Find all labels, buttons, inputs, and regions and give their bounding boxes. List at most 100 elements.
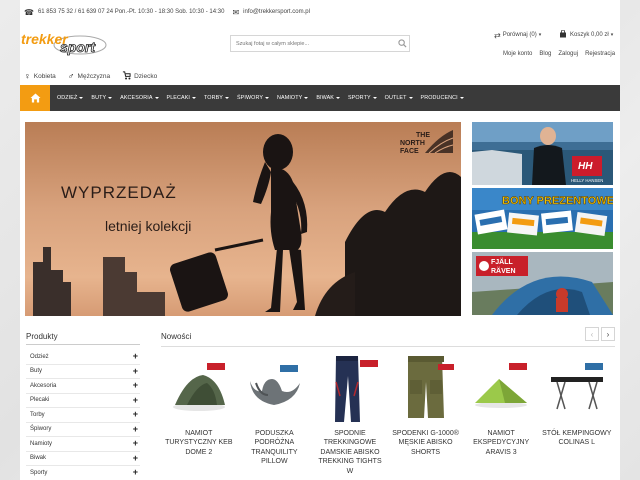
hero-banner[interactable]: WYPRZEDAŻ letniej kolekcji THE NORTH FAC…: [25, 122, 461, 316]
chevron-down-icon: ▾: [538, 32, 542, 38]
category-item-biwak[interactable]: Biwak +: [26, 452, 140, 466]
hh-subtext: HELLY HANSEN: [571, 178, 603, 183]
brand-logo-line1: THE: [416, 132, 430, 139]
page-container: ☎ 61 853 75 32 / 61 639 07 24 Pon.-Pt. 1…: [20, 0, 620, 480]
product-image[interactable]: [466, 352, 536, 424]
gender-kids-link[interactable]: Dziecko: [122, 70, 158, 82]
expand-plus-icon[interactable]: +: [133, 366, 138, 376]
compare-link[interactable]: ⇄ Porównaj (0) ▾: [494, 30, 541, 40]
hh-logo-text: HH: [578, 161, 593, 172]
category-label: Akcesoria: [30, 382, 57, 389]
nav-item-odziez[interactable]: ODZIEŻ: [53, 95, 87, 101]
nav-item-torby[interactable]: TORBY: [200, 95, 233, 101]
email-link[interactable]: info@trekkersport.com.pl: [243, 9, 310, 15]
female-icon: ♀: [24, 71, 31, 81]
side-banner-2-image: BONY PREZENTOWE: [472, 188, 613, 249]
category-item-namioty[interactable]: Namioty +: [26, 437, 140, 452]
register-link[interactable]: Rejestracja: [585, 51, 615, 57]
product-card[interactable]: NAMIOT EKSPEDYCYJNY ARAVIS 3: [463, 352, 539, 476]
carousel-prev-button[interactable]: ‹: [585, 327, 599, 341]
category-label: Plecaki: [30, 397, 50, 404]
product-image[interactable]: [315, 352, 385, 424]
nav-item-producenci[interactable]: PRODUCENCI: [417, 95, 468, 101]
gender-men-label: Mężczyzna: [77, 72, 111, 80]
product-name[interactable]: NAMIOT TURYSTYCZNY KEB DOME 2: [161, 429, 237, 457]
login-link[interactable]: Zaloguj: [558, 51, 578, 57]
category-item-torby[interactable]: Torby +: [26, 408, 140, 423]
fjallraven-logo-line2: RÄVEN: [491, 267, 516, 275]
product-image[interactable]: [239, 352, 309, 424]
category-label: Torby: [30, 411, 45, 418]
product-image[interactable]: [164, 352, 234, 424]
expand-plus-icon[interactable]: +: [133, 424, 138, 434]
expand-plus-icon[interactable]: +: [133, 395, 138, 405]
product-card[interactable]: PODUSZKA PODRÓŻNA TRANQUILITY PILLOW: [237, 352, 313, 476]
nav-item-akcesoria[interactable]: AKCESORIA: [116, 95, 162, 101]
search-icon[interactable]: [395, 36, 409, 51]
product-card[interactable]: NAMIOT TURYSTYCZNY KEB DOME 2: [161, 352, 237, 476]
cart-label: Koszyk 0,00 zł: [570, 32, 609, 38]
expand-plus-icon[interactable]: +: [133, 453, 138, 463]
product-card[interactable]: SPODENKI G-1000® MĘSKIE ABISKO SHORTS: [388, 352, 464, 476]
logo[interactable]: trekker sport: [20, 30, 112, 56]
product-name[interactable]: NAMIOT EKSPEDYCYJNY ARAVIS 3: [463, 429, 539, 457]
vouchers-title: BONY PREZENTOWE: [502, 195, 613, 207]
account-links: Moje konto Blog Zaloguj Rejestracja: [503, 49, 622, 59]
nav-item-plecaki[interactable]: PLECAKI: [163, 95, 200, 101]
my-account-link[interactable]: Moje konto: [503, 51, 532, 57]
nav-item-outlet[interactable]: OUTLET: [381, 95, 417, 101]
hero-image: WYPRZEDAŻ letniej kolekcji THE NORTH FAC…: [25, 122, 461, 316]
product-name[interactable]: PODUSZKA PODRÓŻNA TRANQUILITY PILLOW: [237, 429, 313, 467]
category-item-akcesoria[interactable]: Akcesoria +: [26, 379, 140, 394]
gender-women-link[interactable]: ♀ Kobieta: [24, 71, 56, 81]
brand-logo-line2: NORTH: [400, 140, 425, 147]
logo-graphic: trekker sport: [21, 31, 107, 55]
sidebar-title: Produkty: [26, 332, 58, 341]
cart-link[interactable]: Koszyk 0,00 zł ▾: [559, 29, 613, 40]
category-item-odziez[interactable]: Odzież +: [26, 350, 140, 365]
carousel-next-button[interactable]: ›: [601, 327, 615, 341]
product-image[interactable]: [542, 352, 612, 424]
category-item-spiwory[interactable]: Śpiwory +: [26, 423, 140, 437]
category-item-sporty[interactable]: Sporty +: [26, 466, 140, 480]
home-icon: [30, 93, 40, 103]
nav-item-spiwory[interactable]: ŚPIWORY: [233, 95, 273, 101]
nav-item-sporty[interactable]: SPORTY: [344, 95, 381, 101]
category-label: Namioty: [30, 440, 53, 447]
category-label: Buty: [30, 368, 43, 375]
category-item-buty[interactable]: Buty +: [26, 365, 140, 379]
expand-plus-icon[interactable]: +: [133, 468, 138, 477]
product-card[interactable]: STÓŁ KEMPINGOWY COLINAS L: [539, 352, 615, 476]
product-image[interactable]: [391, 352, 461, 424]
side-banner-helly-hansen[interactable]: HH HELLY HANSEN: [472, 122, 613, 185]
expand-plus-icon[interactable]: +: [133, 439, 138, 448]
brand-logo-line3: FACE: [400, 148, 419, 155]
cart-icon: [559, 29, 567, 40]
product-name[interactable]: SPODENKI G-1000® MĘSKIE ABISKO SHORTS: [388, 429, 464, 457]
new-products-title: Nowości: [161, 332, 192, 341]
side-banner-fjallraven[interactable]: FJÄLL RÄVEN: [472, 252, 613, 315]
hero-headline: WYPRZEDAŻ: [61, 183, 177, 202]
home-button[interactable]: [20, 85, 50, 111]
nav-item-buty[interactable]: BUTY: [87, 95, 116, 101]
gender-men-link[interactable]: ♂ Mężczyzna: [68, 71, 110, 81]
compare-label: Porównaj (0): [502, 32, 537, 38]
product-name[interactable]: STÓŁ KEMPINGOWY COLINAS L: [539, 429, 615, 448]
product-card[interactable]: SPODNIE TREKKINGOWE DAMSKIE ABISKO TREKK…: [312, 352, 388, 476]
gender-kids-label: Dziecko: [134, 72, 158, 80]
chevron-left-icon: ‹: [590, 329, 594, 339]
nav-item-namioty[interactable]: NAMIOTY: [273, 95, 312, 101]
expand-plus-icon[interactable]: +: [133, 410, 138, 419]
search-input[interactable]: [231, 36, 395, 51]
product-name[interactable]: SPODNIE TREKKINGOWE DAMSKIE ABISKO TREKK…: [312, 429, 388, 476]
side-banner-vouchers[interactable]: BONY PREZENTOWE: [472, 188, 613, 249]
expand-plus-icon[interactable]: +: [133, 381, 138, 390]
category-label: Biwak: [30, 455, 47, 462]
blog-link[interactable]: Blog: [539, 51, 551, 57]
expand-plus-icon[interactable]: +: [133, 352, 138, 361]
gender-women-label: Kobieta: [33, 72, 56, 80]
nav-item-biwak[interactable]: BIWAK: [312, 95, 344, 101]
phone-icon: ☎: [24, 7, 34, 17]
main-nav: ODZIEŻ BUTY AKCESORIA PLECAKI TORBY ŚPIW…: [20, 85, 620, 111]
category-item-plecaki[interactable]: Plecaki +: [26, 394, 140, 408]
